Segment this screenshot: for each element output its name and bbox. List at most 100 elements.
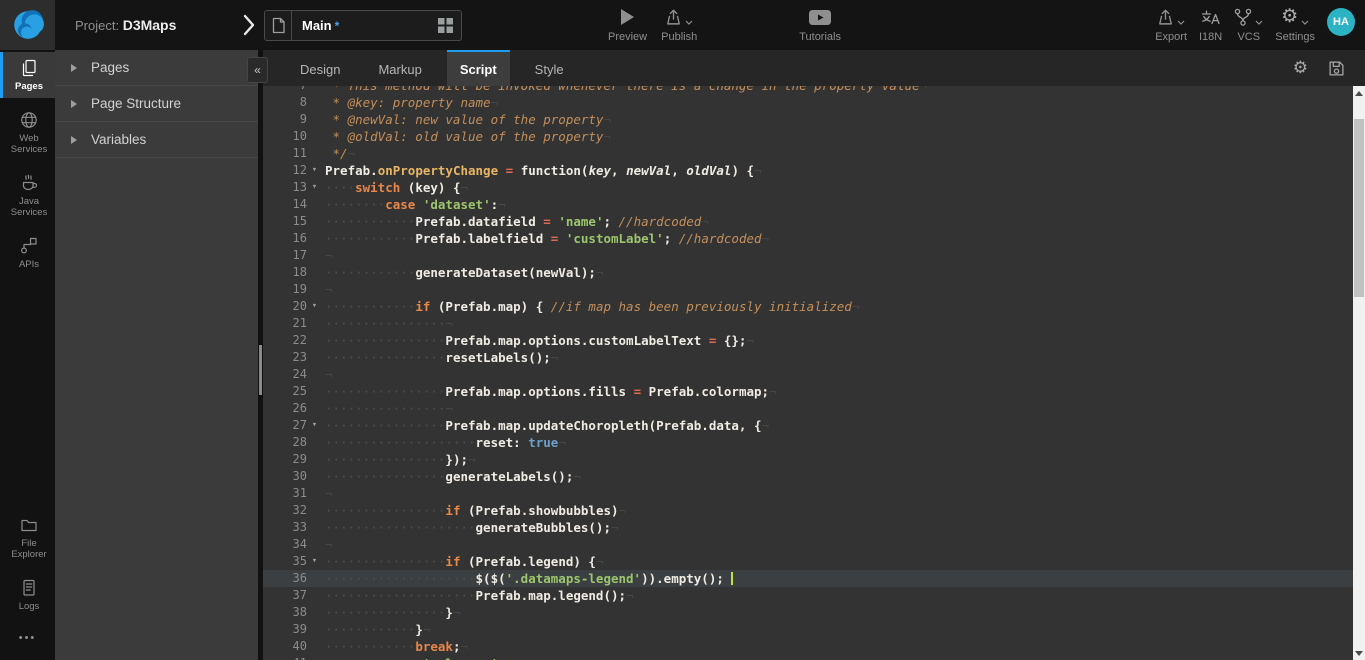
wavemaker-logo[interactable] — [0, 0, 55, 50]
code-line[interactable]: 14········case 'dataset':¬ — [263, 196, 1365, 213]
code-line[interactable]: 29················});¬ — [263, 451, 1365, 468]
branch-icon — [1234, 8, 1252, 26]
tab-style[interactable]: Style — [522, 50, 577, 86]
code-line[interactable]: 32················if (Prefab.showbubbles… — [263, 502, 1365, 519]
code-line[interactable]: 17¬ — [263, 247, 1365, 264]
code-line[interactable]: 30················generateLabels();¬ — [263, 468, 1365, 485]
code-line[interactable]: 24 ¬ — [263, 366, 1365, 383]
panel-scrollbar — [258, 50, 263, 660]
code-line[interactable]: 35▾················if (Prefab.legend) {¬ — [263, 553, 1365, 570]
line-number: 27 — [263, 417, 307, 434]
code-text: ¬ — [322, 281, 333, 298]
code-line[interactable]: 16············Prefab.labelfield = 'custo… — [263, 230, 1365, 247]
line-number: 12 — [263, 162, 307, 179]
code-text: ················resetLabels();¬ — [322, 349, 558, 366]
publish-button[interactable]: Publish — [661, 7, 697, 43]
code-line[interactable]: 9 * @newVal: new value of the property¬ — [263, 111, 1365, 128]
code-line[interactable]: 7 * This method will be invoked whenever… — [263, 86, 1365, 94]
code-line[interactable]: 27▾················Prefab.map.updateChor… — [263, 417, 1365, 434]
sidebar-item-file-explorer[interactable]: File Explorer — [0, 509, 55, 566]
code-line[interactable]: 12▾Prefab.onPropertyChange = function(ke… — [263, 162, 1365, 179]
fold-slot — [307, 230, 322, 247]
export-button[interactable]: Export — [1155, 7, 1187, 43]
tab-script[interactable]: Script — [447, 50, 510, 86]
fold-toggle-icon[interactable]: ▾ — [307, 162, 322, 179]
fold-slot — [307, 86, 322, 94]
code-line[interactable]: 26················¬ — [263, 400, 1365, 417]
code-line[interactable]: 31¬ — [263, 485, 1365, 502]
sidebar-item-web-services[interactable]: Web Services — [0, 104, 55, 161]
preview-button[interactable]: Preview — [608, 7, 647, 43]
code-line[interactable]: 10 * @oldVal: old value of the property¬ — [263, 128, 1365, 145]
code-line[interactable]: 20▾············if (Prefab.map) { //if ma… — [263, 298, 1365, 315]
sidebar-item-java-services[interactable]: Java Services — [0, 167, 55, 224]
fold-toggle-icon[interactable]: ▾ — [307, 179, 322, 196]
sidebar-item-apis[interactable]: APIs — [0, 230, 55, 276]
chevron-right-icon[interactable] — [242, 14, 256, 36]
scroll-down-button[interactable] — [1353, 646, 1365, 660]
page-tab-main[interactable]: Main* — [264, 10, 462, 41]
code-line[interactable]: 37····················Prefab.map.legend(… — [263, 587, 1365, 604]
i18n-button[interactable]: I18N — [1199, 7, 1222, 43]
accordion-page-structure[interactable]: Page Structure — [55, 86, 258, 122]
fold-slot — [307, 281, 322, 298]
line-number: 24 — [263, 366, 307, 383]
editor-settings-gear-icon[interactable]: ⚙ — [1293, 59, 1308, 77]
fold-toggle-icon[interactable]: ▾ — [307, 298, 322, 315]
vcs-button[interactable]: VCS — [1234, 7, 1263, 43]
code-line[interactable]: 25················Prefab.map.options.fil… — [263, 383, 1365, 400]
code-text: Prefab.onPropertyChange = function(key, … — [322, 162, 762, 179]
code-line[interactable]: 28····················reset: true¬ — [263, 434, 1365, 451]
sidebar-item-logs[interactable]: Logs — [0, 572, 55, 618]
code-text: ················if (Prefab.legend) {¬ — [322, 553, 603, 570]
line-number: 26 — [263, 400, 307, 417]
fold-slot — [307, 400, 322, 417]
panel-collapse-button[interactable]: « — [247, 57, 268, 83]
code-line[interactable]: 13▾····switch (key) {¬ — [263, 179, 1365, 196]
code-line[interactable]: 34¬ — [263, 536, 1365, 553]
editor-scrollbar-thumb[interactable] — [1354, 119, 1364, 297]
iconbar-spacer — [0, 276, 55, 503]
sidebar-item-pages[interactable]: Pages — [0, 52, 55, 98]
panel-scrollbar-thumb[interactable] — [259, 345, 262, 395]
settings-button[interactable]: ⚙ Settings — [1275, 7, 1315, 43]
code-line[interactable]: 22················Prefab.map.options.cus… — [263, 332, 1365, 349]
fold-slot — [307, 349, 322, 366]
tutorials-button[interactable]: Tutorials — [799, 7, 841, 43]
save-icon[interactable] — [1328, 60, 1345, 77]
user-avatar[interactable]: HA — [1327, 8, 1355, 36]
accordion-variables[interactable]: Variables — [55, 122, 258, 158]
line-number: 7 — [263, 86, 307, 94]
code-line[interactable]: 39············}¬ — [263, 621, 1365, 638]
fold-slot — [307, 94, 322, 111]
code-line[interactable]: 33····················generateBubbles();… — [263, 519, 1365, 536]
fold-toggle-icon[interactable]: ▾ — [307, 553, 322, 570]
grid-icon[interactable] — [438, 18, 453, 33]
code-text: ¬ — [322, 366, 333, 383]
fold-slot — [307, 519, 322, 536]
fold-slot — [307, 264, 322, 281]
scroll-up-button[interactable] — [1353, 86, 1365, 100]
fold-toggle-icon[interactable]: ▾ — [307, 417, 322, 434]
more-options-icon[interactable]: ••• — [0, 618, 55, 660]
line-number: 30 — [263, 468, 307, 485]
code-line[interactable]: 21················¬ — [263, 315, 1365, 332]
code-line[interactable]: 40············break;¬ — [263, 638, 1365, 655]
code-text: ················¬ — [322, 315, 453, 332]
code-line[interactable]: 38················}¬ — [263, 604, 1365, 621]
code-line[interactable]: 11 */¬ — [263, 145, 1365, 162]
tab-design[interactable]: Design — [287, 50, 353, 86]
code-line[interactable]: 36····················$($('.datamaps-leg… — [263, 570, 1365, 587]
code-line[interactable]: 15············Prefab.datafield = 'name';… — [263, 213, 1365, 230]
accordion-pages[interactable]: Pages — [55, 50, 258, 86]
code-line[interactable]: 23················resetLabels();¬ — [263, 349, 1365, 366]
code-line[interactable]: 8 * @key: property name¬ — [263, 94, 1365, 111]
code-line[interactable]: 18············generateDataset(newVal);¬ — [263, 264, 1365, 281]
code-lines: 7 * This method will be invoked whenever… — [263, 86, 1365, 660]
code-editor[interactable]: 7 * This method will be invoked whenever… — [263, 86, 1365, 660]
text-cursor — [731, 572, 733, 585]
code-text: ····switch (key) {¬ — [322, 179, 468, 196]
code-line[interactable]: 41········case 'colormap':¬ — [263, 655, 1365, 660]
code-line[interactable]: 19¬ — [263, 281, 1365, 298]
tab-markup[interactable]: Markup — [365, 50, 434, 86]
